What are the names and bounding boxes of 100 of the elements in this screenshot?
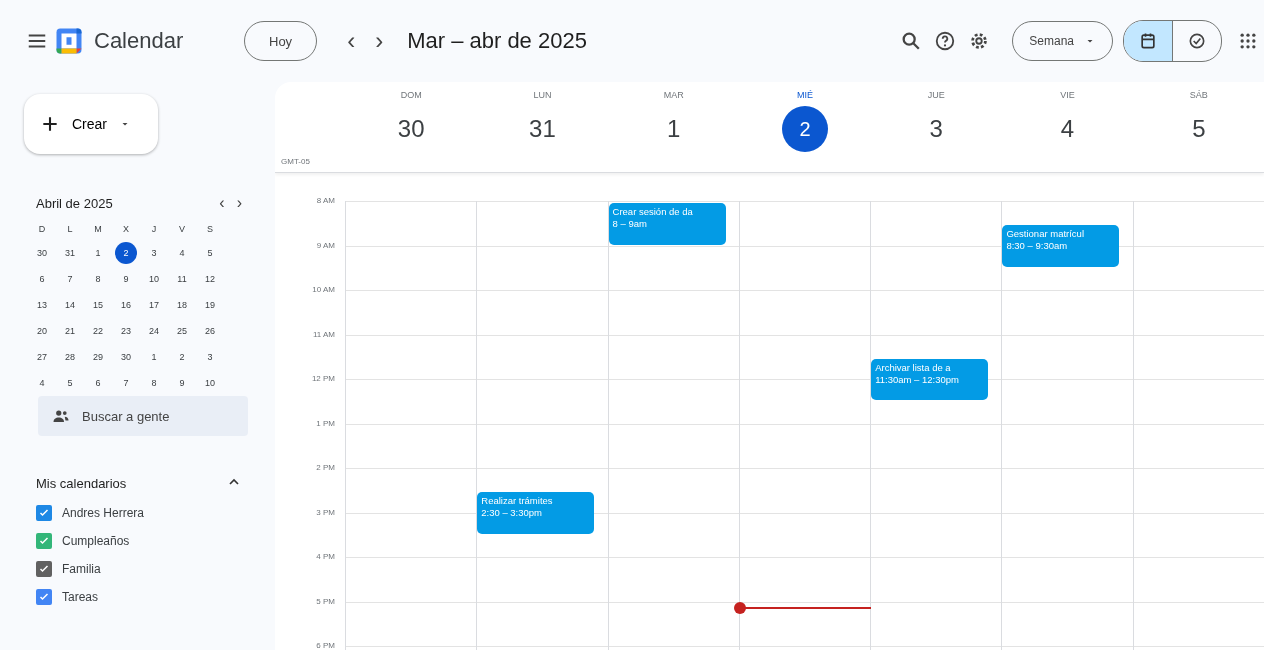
apps-grid-icon bbox=[1238, 31, 1258, 51]
day-cell[interactable]: 16 bbox=[115, 294, 137, 316]
day-cell[interactable]: 1 bbox=[87, 242, 109, 264]
help-icon bbox=[934, 30, 957, 52]
day-cell[interactable]: 24 bbox=[143, 320, 165, 342]
timezone-label: GMT-05 bbox=[281, 157, 310, 166]
date-number[interactable]: 5 bbox=[1175, 106, 1222, 152]
day-cell[interactable]: 3 bbox=[199, 346, 221, 368]
calendar-icon bbox=[1138, 31, 1158, 51]
weekday-label: SÁB bbox=[1189, 90, 1208, 100]
day-cell[interactable]: 4 bbox=[171, 242, 193, 264]
day-cell[interactable]: 22 bbox=[87, 320, 109, 342]
day-cell[interactable]: 29 bbox=[87, 346, 109, 368]
day-cell[interactable]: 23 bbox=[115, 320, 137, 342]
date-number[interactable]: 3 bbox=[913, 106, 960, 152]
day-cell[interactable]: 10 bbox=[143, 268, 165, 290]
hour-label: 9 AM bbox=[316, 240, 335, 250]
hour-label: 5 PM bbox=[316, 596, 335, 606]
day-cell[interactable]: 21 bbox=[59, 320, 81, 342]
date-number[interactable]: 4 bbox=[1044, 106, 1091, 152]
day-cell[interactable]: 27 bbox=[31, 346, 53, 368]
day-cell[interactable]: 10 bbox=[199, 372, 221, 394]
date-number[interactable]: 31 bbox=[519, 106, 566, 152]
weekday-label: DOM bbox=[400, 90, 422, 100]
day-cell[interactable]: 11 bbox=[171, 268, 193, 290]
hour-label: 3 PM bbox=[316, 507, 335, 517]
day-cell[interactable]: 7 bbox=[115, 372, 137, 394]
hour-label: 10 AM bbox=[312, 285, 335, 294]
day-cell[interactable]: 18 bbox=[171, 294, 193, 316]
create-button[interactable]: Crear bbox=[24, 94, 158, 154]
view-toggle[interactable] bbox=[1124, 21, 1172, 61]
day-cell[interactable]: 30 bbox=[31, 242, 53, 264]
day-cell[interactable]: 12 bbox=[199, 268, 221, 290]
check-icon bbox=[38, 507, 50, 519]
hour-label: 12 PM bbox=[311, 374, 335, 383]
calendar-name: Familia bbox=[62, 562, 101, 576]
calendar-name: Tareas bbox=[62, 590, 99, 604]
weekday-label: V bbox=[178, 223, 186, 236]
day-cell[interactable]: 30 bbox=[115, 346, 137, 368]
plus-icon bbox=[40, 114, 60, 134]
checkbox[interactable] bbox=[36, 533, 52, 549]
weekday-label: J bbox=[150, 223, 158, 236]
day-cell[interactable]: 28 bbox=[59, 346, 81, 368]
day-cell[interactable]: 17 bbox=[143, 294, 165, 316]
hour-label: 2 PM bbox=[316, 463, 335, 472]
day-cell[interactable]: 25 bbox=[171, 320, 193, 342]
check-circle-icon bbox=[1187, 31, 1207, 51]
weekday-label: S bbox=[206, 223, 214, 236]
day-cell[interactable]: 1 bbox=[143, 346, 165, 368]
next-month-button[interactable]: › bbox=[230, 194, 248, 212]
hour-label: 4 PM bbox=[316, 552, 335, 561]
weekday-label: MAR bbox=[663, 90, 684, 100]
day-cell[interactable]: 31 bbox=[59, 242, 81, 264]
date-number[interactable]: 1 bbox=[650, 106, 697, 152]
day-cell[interactable]: 19 bbox=[199, 294, 221, 316]
day-cell[interactable]: 9 bbox=[171, 372, 193, 394]
day-cell[interactable]: 8 bbox=[87, 268, 109, 290]
day-cell[interactable]: 5 bbox=[199, 242, 221, 264]
calendar-name: Andres Herrera bbox=[62, 506, 145, 520]
hour-label: 6 PM bbox=[316, 641, 335, 650]
day-cell[interactable]: 13 bbox=[31, 294, 53, 316]
day-cell[interactable]: 3 bbox=[143, 242, 165, 264]
calendar-name: Cumpleaños bbox=[62, 534, 130, 548]
weekday-label: MIÉ bbox=[796, 90, 813, 100]
checkbox[interactable] bbox=[36, 561, 52, 577]
app-name: Calendar bbox=[94, 28, 185, 54]
day-cell[interactable]: 2 bbox=[115, 242, 137, 264]
weekday-label: X bbox=[122, 223, 130, 236]
weekday-label: D bbox=[37, 223, 47, 236]
weekday-label: JUE bbox=[927, 90, 945, 100]
previous-button[interactable]: ‹ bbox=[337, 23, 366, 59]
check-icon bbox=[38, 535, 50, 547]
day-cell[interactable]: 8 bbox=[143, 372, 165, 394]
day-cell[interactable]: 7 bbox=[59, 268, 81, 290]
day-cell[interactable]: 26 bbox=[199, 320, 221, 342]
section-title: Mis calendarios bbox=[36, 476, 127, 491]
day-cell[interactable]: 4 bbox=[31, 372, 53, 394]
next-button[interactable]: › bbox=[365, 23, 394, 59]
day-cell[interactable]: 2 bbox=[171, 346, 193, 368]
day-cell[interactable]: 5 bbox=[59, 372, 81, 394]
day-cell[interactable]: 6 bbox=[31, 268, 53, 290]
day-cell[interactable]: 6 bbox=[87, 372, 109, 394]
previous-month-button[interactable]: ‹ bbox=[213, 194, 231, 212]
weekday-label: M bbox=[93, 223, 103, 236]
checkbox[interactable] bbox=[36, 589, 52, 605]
people-search-field[interactable]: Buscar a gente bbox=[38, 396, 248, 436]
check-icon bbox=[38, 591, 50, 603]
day-cell[interactable]: 15 bbox=[87, 294, 109, 316]
people-icon bbox=[52, 407, 70, 425]
date-number[interactable]: 30 bbox=[388, 106, 435, 152]
month-title: Abril de 2025 bbox=[36, 195, 114, 211]
day-cell[interactable]: 20 bbox=[31, 320, 53, 342]
hour-label: 8 AM bbox=[316, 196, 335, 205]
date-range-title: Mar – abr de 2025 bbox=[407, 28, 588, 54]
day-cell[interactable]: 14 bbox=[59, 294, 81, 316]
date-number[interactable]: 2 bbox=[782, 106, 828, 152]
checkbox[interactable] bbox=[36, 505, 52, 521]
weekday-label: VIE bbox=[1060, 90, 1075, 100]
day-cell[interactable]: 9 bbox=[115, 268, 137, 290]
weekday-label: L bbox=[66, 223, 74, 236]
